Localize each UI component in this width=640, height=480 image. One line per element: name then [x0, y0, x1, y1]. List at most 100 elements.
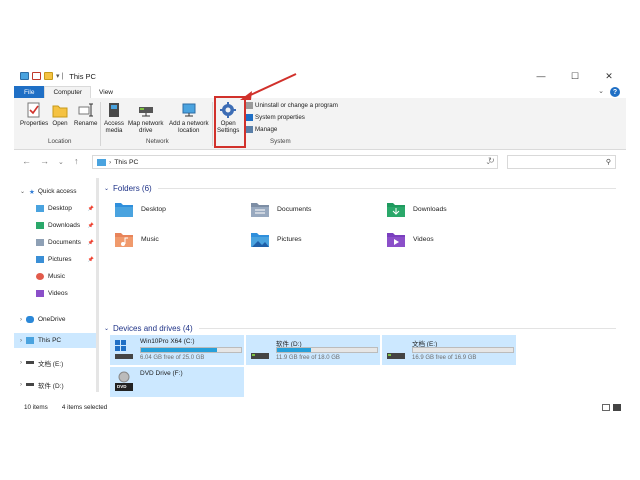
system-properties-button[interactable]: System properties	[246, 114, 305, 121]
minimize-button[interactable]: —	[524, 66, 558, 86]
rename-icon	[78, 102, 94, 118]
window-title: This PC	[69, 71, 96, 81]
pin-icon: 📌	[87, 205, 94, 212]
back-arrow-icon[interactable]: ←	[22, 156, 31, 166]
sidebar-item-documents[interactable]: Documents 📌	[14, 235, 98, 250]
drive-d[interactable]: 软件 (D:) 11.9 GB free of 18.0 GB	[246, 335, 380, 365]
folder-videos[interactable]: Videos	[386, 228, 516, 250]
sidebar-item-quick-access[interactable]: ⌄ ★ Quick access	[14, 184, 98, 199]
sidebar-scrollbar[interactable]	[96, 178, 99, 392]
folder-downloads[interactable]: Downloads	[386, 198, 516, 220]
folder-label: Desktop	[141, 205, 166, 213]
access-media-button[interactable]: Access media	[104, 102, 124, 134]
network-location-icon	[181, 102, 197, 118]
folders-section-header[interactable]: ⌄ Folders (6)	[104, 182, 616, 194]
properties-icon[interactable]	[32, 72, 41, 80]
search-icon: ⚲	[605, 159, 611, 166]
drive-name: DVD Drive (F:)	[140, 370, 183, 377]
properties-check-icon	[26, 102, 42, 118]
pc-icon	[26, 337, 34, 344]
sidebar-item-this-pc[interactable]: › This PC	[14, 333, 98, 348]
window-controls: — ☐ ✕	[524, 66, 626, 86]
folders-header-label: Folders (6)	[113, 183, 152, 193]
large-icons-view-icon[interactable]	[613, 403, 621, 411]
media-icon	[106, 102, 122, 118]
sidebar-item-pictures[interactable]: Pictures 📌	[14, 252, 98, 267]
expand-chevron-icon[interactable]: ›	[20, 382, 22, 388]
folder-icon[interactable]	[44, 72, 53, 80]
collapse-chevron-icon: ⌄	[104, 185, 110, 192]
file-explorer-window: ▾ | This PC — ☐ ✕ File Computer View ⌄ ?…	[14, 66, 626, 414]
tab-view[interactable]: View	[91, 86, 121, 98]
sidebar-item-label: Pictures	[48, 256, 72, 263]
collapse-ribbon-icon[interactable]: ⌄	[598, 87, 604, 95]
folder-label: Videos	[413, 235, 434, 243]
add-network-location-button[interactable]: Add a network location	[169, 102, 209, 134]
close-button[interactable]: ✕	[592, 66, 626, 86]
recent-chevron-icon[interactable]: ⌄	[58, 158, 64, 166]
address-bar[interactable]: › This PC ⌄	[92, 155, 498, 169]
drive-f[interactable]: DVD DVD Drive (F:)	[110, 367, 244, 397]
system-properties-label: System properties	[255, 114, 305, 121]
forward-arrow-icon[interactable]: →	[40, 156, 49, 166]
drive-free-space: 6.04 GB free of 25.0 GB	[140, 355, 205, 361]
tab-computer[interactable]: Computer	[44, 86, 92, 98]
pc-icon	[97, 158, 106, 166]
properties-label: Properties	[20, 120, 49, 127]
desktop-folder-icon	[114, 200, 134, 218]
expand-chevron-icon[interactable]: ›	[20, 360, 22, 366]
breadcrumb[interactable]: This PC	[114, 159, 138, 166]
sidebar-item-music[interactable]: Music	[14, 269, 98, 284]
details-view-icon[interactable]	[602, 403, 610, 411]
folder-desktop[interactable]: Desktop	[114, 198, 244, 220]
desktop-icon	[36, 205, 44, 212]
sidebar-item-desktop[interactable]: Desktop 📌	[14, 201, 98, 216]
properties-button[interactable]: Properties	[20, 102, 48, 127]
manage-button[interactable]: Manage	[246, 126, 277, 133]
sidebar-item-onedrive[interactable]: › OneDrive	[14, 312, 98, 327]
expand-chevron-icon[interactable]: ›	[20, 338, 22, 344]
maximize-button[interactable]: ☐	[558, 66, 592, 86]
customize-chevron-icon[interactable]: ▾ |	[56, 72, 63, 80]
access-media-line2: media	[105, 127, 123, 134]
collapse-chevron-icon: ⌄	[104, 325, 110, 332]
manage-label: Manage	[255, 126, 278, 133]
pc-icon	[20, 72, 29, 80]
help-button[interactable]: ?	[610, 87, 620, 97]
item-count: 10 items	[24, 403, 48, 411]
refresh-icon[interactable]: ↻	[488, 156, 495, 165]
drive-usage-bar	[276, 347, 378, 353]
drive-e[interactable]: 文档 (E:) 16.9 GB free of 16.9 GB	[382, 335, 516, 365]
folder-music[interactable]: Music	[114, 228, 244, 250]
tab-file[interactable]: File	[14, 86, 45, 98]
system-group-label: System	[270, 138, 291, 145]
drive-name: Win10Pro X64 (C:)	[140, 338, 195, 345]
onedrive-label: OneDrive	[38, 316, 66, 323]
dvd-drive-icon: DVD	[114, 371, 134, 393]
drive-c[interactable]: Win10Pro X64 (C:) 6.04 GB free of 25.0 G…	[110, 335, 244, 365]
drive-icon	[386, 339, 406, 361]
open-button[interactable]: Open	[52, 102, 68, 127]
ribbon-tabs: File Computer View	[14, 86, 626, 98]
drive-d-label: 软件 (D:)	[38, 382, 64, 390]
map-network-drive-button[interactable]: Map network drive	[128, 102, 163, 134]
rename-button[interactable]: Rename	[74, 102, 97, 127]
sidebar-item-downloads[interactable]: Downloads 📌	[14, 218, 98, 233]
system-properties-icon	[246, 114, 253, 121]
pictures-icon	[36, 256, 44, 263]
folder-pictures[interactable]: Pictures	[250, 228, 380, 250]
folder-documents[interactable]: Documents	[250, 198, 380, 220]
sidebar-item-label: Music	[48, 273, 65, 280]
drive-free-space: 16.9 GB free of 16.9 GB	[412, 355, 477, 361]
sidebar-item-drive-e[interactable]: › 文档 (E:)	[14, 355, 98, 370]
expand-chevron-icon[interactable]: ›	[20, 317, 22, 323]
folder-label: Documents	[277, 205, 312, 213]
sidebar-item-drive-d[interactable]: › 软件 (D:)	[14, 377, 98, 392]
drive-icon	[250, 339, 270, 361]
expand-chevron-icon[interactable]: ⌄	[20, 188, 25, 195]
drives-section-header[interactable]: ⌄ Devices and drives (4)	[104, 322, 616, 334]
drive-icon	[26, 361, 34, 364]
up-arrow-icon[interactable]: ↑	[74, 156, 79, 166]
search-input[interactable]: ⚲	[507, 155, 616, 169]
sidebar-item-videos[interactable]: Videos	[14, 286, 98, 301]
